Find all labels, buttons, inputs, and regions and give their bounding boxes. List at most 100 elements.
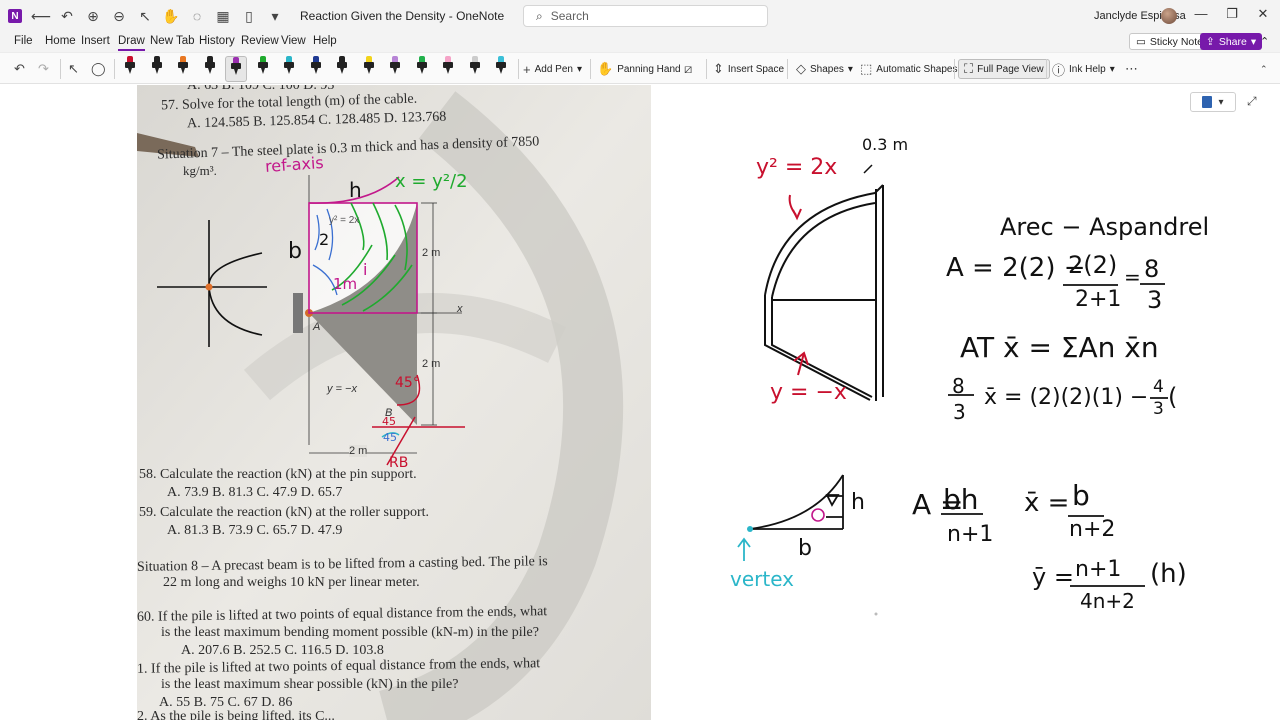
ink-moment-tail: ( bbox=[1168, 383, 1178, 411]
pen-8-icon[interactable] bbox=[305, 56, 327, 82]
pen-5-icon[interactable] bbox=[225, 56, 247, 82]
ink-arec-aspandrel: Arec − Aspandrel bbox=[1000, 213, 1210, 241]
redo-button[interactable]: ↷ bbox=[38, 59, 49, 79]
minimize-icon[interactable]: — bbox=[1186, 6, 1216, 26]
menu-file[interactable]: File bbox=[14, 35, 33, 47]
back-icon[interactable]: ⟵ bbox=[28, 0, 54, 32]
chevron-up-icon: ⌃ bbox=[1260, 63, 1268, 74]
ink-formula-y: ȳ = bbox=[1032, 563, 1074, 591]
draw-ribbon: ↶ ↷ ↖ ◯ + Add Pen ▾ ✋ Panning Hand ⧄ ⇕ I… bbox=[0, 52, 1280, 84]
menu-new-tab[interactable]: New Tab bbox=[150, 35, 195, 47]
menu-insert[interactable]: Insert bbox=[81, 35, 110, 47]
pen-12-icon[interactable] bbox=[411, 56, 433, 82]
ink-vertex-label: vertex bbox=[730, 567, 794, 591]
ink-formula-x-den: n+2 bbox=[1069, 517, 1116, 542]
shapes-button[interactable]: ◇ Shapes ▾ bbox=[796, 59, 853, 79]
pen-4-icon[interactable] bbox=[199, 56, 221, 82]
close-icon[interactable]: ✕ bbox=[1248, 6, 1278, 26]
ink-formula-x-num: b bbox=[1072, 479, 1090, 512]
cursor-icon: ↖ bbox=[68, 61, 79, 76]
lasso-button[interactable]: ◯ bbox=[91, 59, 106, 79]
ink-moment-lhs-den: 3 bbox=[953, 400, 966, 424]
share-dropdown-icon: ▾ bbox=[1250, 35, 1257, 48]
automatic-shapes-button[interactable]: ⬚ Automatic Shapes bbox=[860, 59, 957, 79]
ribbon-separator bbox=[518, 59, 519, 79]
ribbon-collapse-button[interactable]: ⌃ bbox=[1260, 59, 1268, 79]
pen-10-icon[interactable] bbox=[358, 56, 380, 82]
select-cursor-icon[interactable]: ↖ bbox=[132, 0, 158, 32]
ink-formula-x: x̄ = bbox=[1024, 488, 1070, 518]
ink-help-label: Ink Help bbox=[1069, 63, 1106, 75]
app-name: OneNote bbox=[456, 9, 505, 23]
menu-view[interactable]: View bbox=[281, 35, 306, 47]
pen-13-icon[interactable] bbox=[437, 56, 459, 82]
title-bar: N ⟵ ↶ ⊕ ⊖ ↖ ✋ ◌ ▦ ▯ ▾ Reaction Given the… bbox=[0, 0, 1280, 32]
pen-2-icon[interactable] bbox=[146, 56, 168, 82]
collapse-ribbon-icon[interactable]: ⌃ bbox=[1260, 35, 1269, 48]
share-button[interactable]: ⇪ Share ▾ bbox=[1200, 33, 1263, 50]
ruler-icon: ⧄ bbox=[684, 61, 693, 76]
ink-area-lhs: A = 2(2) − bbox=[946, 253, 1086, 283]
undo-icon[interactable]: ↶ bbox=[54, 0, 80, 32]
restore-icon[interactable]: ❐ bbox=[1217, 6, 1247, 26]
ink-formula-a-den: n+1 bbox=[947, 522, 994, 547]
page-title: Reaction Given the Density bbox=[300, 9, 446, 23]
zoom-out-icon[interactable]: ⊖ bbox=[106, 0, 132, 32]
ink-spandrel-h: h bbox=[851, 490, 865, 515]
hand-icon[interactable]: ✋ bbox=[158, 0, 184, 32]
page-canvas[interactable]: A. 63 B. 109 C. 100 D. 93 57. Solve for … bbox=[0, 85, 1280, 720]
ink-moment-frac-num: 4 bbox=[1153, 377, 1164, 397]
automatic-shapes-icon: ⬚ bbox=[860, 61, 873, 76]
ribbon-separator bbox=[1046, 59, 1047, 79]
lasso-select-button[interactable]: ↖ bbox=[68, 59, 79, 79]
pen-3-icon[interactable] bbox=[172, 56, 194, 82]
ink-area-equals: = bbox=[1124, 265, 1141, 289]
table-icon[interactable]: ▦ bbox=[210, 0, 236, 32]
pen-7-icon[interactable] bbox=[278, 56, 300, 82]
add-pen-label: Add Pen bbox=[534, 63, 573, 75]
shapes-icon: ◇ bbox=[796, 61, 806, 76]
pen-15-icon[interactable] bbox=[490, 56, 512, 82]
search-input[interactable]: ⌕ Search bbox=[523, 5, 768, 27]
automatic-shapes-label: Automatic Shapes bbox=[876, 63, 958, 75]
ink-help-button[interactable]: ⓘ Ink Help ▾ bbox=[1052, 59, 1115, 79]
pen-11-icon[interactable] bbox=[384, 56, 406, 82]
menu-draw[interactable]: Draw bbox=[118, 35, 145, 51]
ink-area-frac-num: 2(2) bbox=[1068, 251, 1118, 279]
menu-bar: File Home Insert Draw New Tab History Re… bbox=[0, 32, 1280, 52]
panning-hand-button[interactable]: ✋ Panning Hand bbox=[597, 59, 681, 79]
pen-6-icon[interactable] bbox=[252, 56, 274, 82]
hand-icon: ✋ bbox=[597, 61, 614, 76]
menu-home[interactable]: Home bbox=[45, 35, 76, 47]
customize-dropdown-icon[interactable]: ▾ bbox=[262, 0, 288, 32]
menu-review[interactable]: Review bbox=[241, 35, 279, 47]
ink-area-frac-den: 2+1 bbox=[1075, 287, 1122, 312]
page-icon[interactable]: ▯ bbox=[236, 0, 262, 32]
ribbon-separator bbox=[787, 59, 788, 79]
title-dash: - bbox=[448, 9, 457, 23]
insert-space-label: Insert Space bbox=[727, 63, 785, 75]
pen-1-icon[interactable] bbox=[119, 56, 141, 82]
ink-formula-y-num: n+1 bbox=[1075, 557, 1122, 582]
insert-space-button[interactable]: ⇕ Insert Space bbox=[713, 59, 784, 79]
pen-14-icon[interactable] bbox=[464, 56, 486, 82]
zoom-in-icon[interactable]: ⊕ bbox=[80, 0, 106, 32]
undo-button[interactable]: ↶ bbox=[14, 59, 25, 79]
ink-area-result-den: 3 bbox=[1147, 286, 1163, 314]
shapes-label: Shapes bbox=[810, 63, 844, 75]
pen-9-icon[interactable] bbox=[331, 56, 353, 82]
more-options-button[interactable]: ⋯ bbox=[1125, 59, 1138, 79]
plus-icon: + bbox=[523, 61, 531, 77]
add-pen-button[interactable]: + Add Pen ▾ bbox=[523, 59, 582, 79]
menu-history[interactable]: History bbox=[199, 35, 235, 47]
menu-help[interactable]: Help bbox=[313, 35, 337, 47]
search-placeholder: Search bbox=[550, 9, 589, 23]
ink-thickness: 0.3 m bbox=[862, 135, 909, 154]
full-page-view-button[interactable]: ⛶ Full Page View bbox=[958, 59, 1050, 79]
avatar[interactable] bbox=[1161, 8, 1177, 24]
lasso-icon[interactable]: ◌ bbox=[184, 0, 210, 32]
ruler-button[interactable]: ⧄ bbox=[684, 59, 692, 79]
ribbon-separator bbox=[590, 59, 591, 79]
panning-hand-label: Panning Hand bbox=[617, 63, 681, 75]
ink-line-equation: y = −x bbox=[770, 380, 847, 405]
